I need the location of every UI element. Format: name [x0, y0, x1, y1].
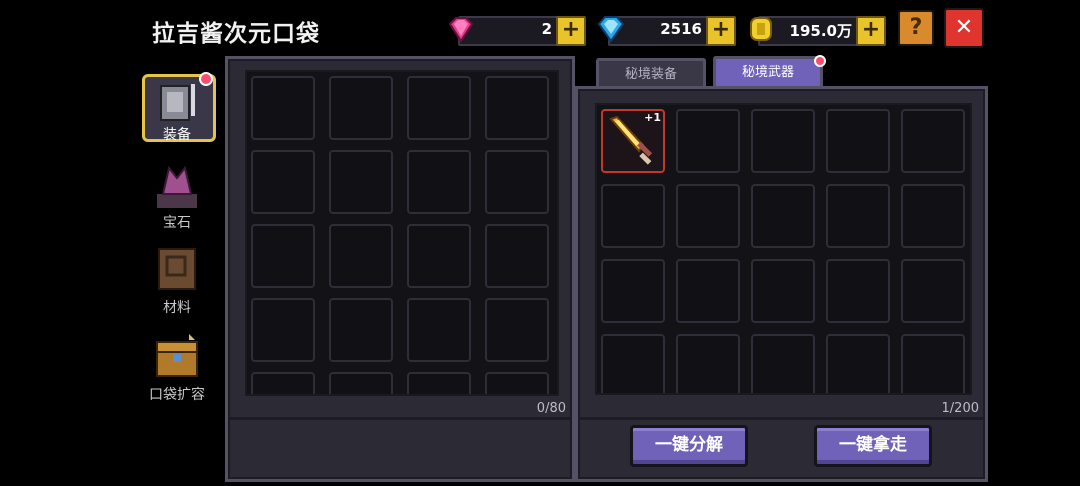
inventory-slot[interactable] [676, 334, 740, 393]
inventory-slot[interactable] [901, 184, 965, 248]
inventory-slot[interactable] [329, 372, 393, 394]
inventory-slot[interactable] [329, 298, 393, 362]
gold-currency: 195.0万 + [750, 16, 886, 46]
chest-expand-icon [156, 334, 198, 377]
inventory-slot[interactable] [601, 184, 665, 248]
inventory-slot[interactable] [329, 150, 393, 214]
diamond-value: 2516 [660, 20, 702, 38]
add-pink-gem-button[interactable]: + [556, 16, 586, 46]
inventory-slot[interactable] [676, 184, 740, 248]
blue-diamond-icon [597, 16, 625, 43]
inventory-slot[interactable] [601, 334, 665, 393]
weapons-grid: +1 [595, 103, 972, 395]
inventory-slot[interactable] [329, 76, 393, 140]
inventory-slot[interactable] [676, 259, 740, 323]
inventory-slot[interactable] [826, 259, 890, 323]
help-icon: ? [909, 15, 923, 40]
inventory-slot[interactable] [251, 150, 315, 214]
pocket-panel: 0/80 [225, 56, 575, 482]
inventory-slot[interactable] [407, 150, 471, 214]
notification-dot [814, 55, 826, 67]
add-diamond-button[interactable]: + [706, 16, 736, 46]
sidebar-item-gems[interactable]: 宝石 [145, 160, 209, 232]
inventory-slot[interactable] [251, 224, 315, 288]
sidebar-item-equipment[interactable]: 装备 [142, 72, 216, 144]
weapons-panel: +1 1/200 [575, 86, 988, 482]
inventory-slot[interactable] [751, 109, 815, 173]
inventory-slot[interactable] [407, 224, 471, 288]
inventory-slot[interactable] [329, 224, 393, 288]
inventory-slot[interactable] [826, 184, 890, 248]
inventory-slot[interactable] [407, 298, 471, 362]
tab-label: 秘境武器 [741, 65, 794, 80]
inventory-slot-weapon[interactable]: +1 [601, 109, 665, 173]
take-all-button[interactable]: 一键拿走 [814, 425, 932, 467]
inventory-slot[interactable] [901, 334, 965, 393]
inventory-slot[interactable] [751, 184, 815, 248]
take-all-label: 一键拿走 [839, 435, 907, 455]
inventory-slot[interactable] [251, 372, 315, 394]
weapons-count: 1/200 [941, 401, 979, 416]
gold-coin-icon [750, 17, 772, 41]
close-icon: ✕ [954, 15, 974, 40]
notification-dot [199, 72, 213, 86]
sidebar-item-expand[interactable]: 口袋扩容 [145, 330, 209, 404]
pocket-count: 0/80 [536, 401, 566, 416]
inventory-slot[interactable] [485, 372, 549, 394]
decompose-all-button[interactable]: 一键分解 [630, 425, 748, 467]
diamond-currency: 2516 + [597, 16, 736, 46]
page-title: 拉吉酱次元口袋 [152, 21, 320, 47]
sidebar-item-label: 口袋扩容 [149, 387, 205, 403]
help-button[interactable]: ? [898, 10, 934, 46]
close-button[interactable]: ✕ [944, 8, 984, 48]
inventory-slot[interactable] [251, 298, 315, 362]
sidebar-item-materials[interactable]: 材料 [145, 243, 209, 317]
inventory-slot[interactable] [751, 259, 815, 323]
add-gold-button[interactable]: + [856, 16, 886, 46]
inventory-slot[interactable] [407, 76, 471, 140]
inventory-slot[interactable] [485, 224, 549, 288]
inventory-slot[interactable] [485, 76, 549, 140]
gold-value: 195.0万 [789, 22, 852, 40]
inventory-slot[interactable] [485, 150, 549, 214]
pocket-grid [245, 70, 559, 396]
inventory-slot[interactable] [751, 334, 815, 393]
sidebar-item-label: 材料 [163, 300, 191, 316]
inventory-slot[interactable] [407, 372, 471, 394]
material-book-icon [158, 248, 196, 290]
inventory-slot[interactable] [826, 109, 890, 173]
inventory-slot[interactable] [601, 259, 665, 323]
tab-secret-weapons[interactable]: 秘境武器 [713, 55, 826, 89]
sidebar-item-label: 装备 [163, 127, 191, 143]
pink-gem-currency: 2 + [448, 16, 586, 46]
decompose-all-label: 一键分解 [655, 435, 723, 455]
inventory-slot[interactable] [901, 259, 965, 323]
inventory-slot[interactable] [901, 109, 965, 173]
gem-altar-icon [157, 165, 197, 208]
pink-gem-icon [448, 17, 474, 43]
item-level-badge: +1 [644, 111, 661, 124]
tab-secret-equipment[interactable]: 秘境装备 [596, 58, 706, 89]
inventory-slot[interactable] [826, 334, 890, 393]
inventory-slot[interactable] [251, 76, 315, 140]
tab-label: 秘境装备 [624, 67, 677, 82]
inventory-slot[interactable] [676, 109, 740, 173]
pink-gem-value: 2 [541, 20, 552, 38]
inventory-slot[interactable] [485, 298, 549, 362]
